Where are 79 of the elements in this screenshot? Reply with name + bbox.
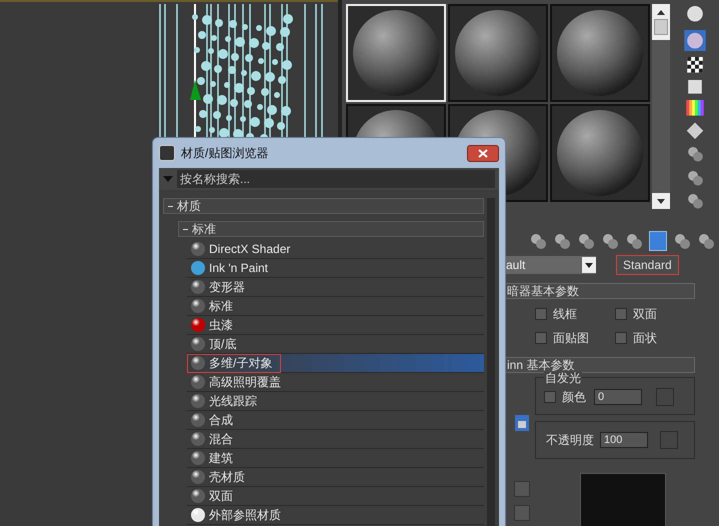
material-name: 虫漆 [209, 318, 233, 332]
group-header[interactable]: 材质 [163, 198, 484, 214]
material-list-item[interactable]: 变形器 [187, 278, 484, 297]
material-list-item[interactable]: 顶/底 [187, 335, 484, 354]
sample-slot[interactable] [550, 104, 650, 202]
window-title: 材质/贴图浏览器 [181, 145, 268, 162]
search-field[interactable]: 按名称搜索... [177, 170, 495, 188]
checker-icon[interactable] [686, 56, 702, 73]
scrollbar[interactable] [652, 4, 670, 209]
rollout-title[interactable]: 暗器基本参数 [504, 283, 695, 299]
material-name: 变形器 [209, 280, 245, 294]
material-name: 标准 [209, 299, 233, 313]
toolbar-icon[interactable] [601, 232, 619, 250]
spheres-icon[interactable] [686, 145, 704, 163]
checkbox-label: 面状 [633, 330, 657, 347]
material-name: 壳材质 [209, 470, 245, 484]
name-dropdown[interactable]: ault [504, 256, 596, 274]
sphere-icon[interactable] [684, 4, 704, 24]
material-list-item[interactable]: 标准 [187, 297, 484, 316]
sample-slot[interactable] [550, 4, 650, 102]
material-list-item[interactable]: 合成 [187, 411, 484, 430]
toolbar-icon[interactable] [697, 232, 715, 250]
spinner-field[interactable]: 0 [594, 389, 642, 405]
material-name: 混合 [209, 432, 233, 446]
material-list-item[interactable]: 建筑 [187, 449, 484, 468]
material-name: 外部参照材质 [209, 508, 281, 522]
material-list-item[interactable]: 外部参照材质 [187, 506, 484, 525]
material-name: Ink 'n Paint [209, 261, 268, 275]
toolbar-icon[interactable] [553, 232, 571, 250]
checkbox-label: 双面 [633, 306, 657, 323]
material-name: 高级照明覆盖 [209, 375, 281, 389]
group-title: 自发光 [544, 372, 582, 384]
material-list-item[interactable]: 高级照明覆盖 [187, 373, 484, 392]
toolbar-icon[interactable] [673, 232, 691, 250]
checkbox[interactable] [535, 332, 547, 344]
material-list-item[interactable]: 壳材质 [187, 468, 484, 487]
material-name: 双面 [209, 489, 233, 503]
checkbox[interactable] [535, 308, 547, 320]
checkbox-label: 颜色 [562, 389, 586, 406]
sample-slot[interactable] [448, 4, 548, 102]
box-icon[interactable] [686, 78, 702, 94]
material-name: DirectX Shader [209, 242, 290, 256]
material-name: 顶/底 [209, 337, 236, 351]
material-list-item[interactable]: 双面 [187, 487, 484, 506]
material-name: 建筑 [209, 451, 233, 465]
toolbar-icon[interactable] [577, 232, 595, 250]
color-swatch[interactable] [656, 388, 674, 406]
toolbar-icon[interactable] [625, 232, 643, 250]
material-name: 光线跟踪 [209, 394, 257, 408]
checkbox[interactable] [615, 332, 627, 344]
field-label: 不透明度 [546, 432, 594, 449]
material-list-item[interactable]: 混合 [187, 430, 484, 449]
scroll-down-icon[interactable] [657, 198, 665, 204]
spheres-icon[interactable] [686, 192, 704, 210]
color-bars-icon[interactable] [686, 100, 704, 116]
toolbar-icon[interactable] [529, 232, 547, 250]
checkbox[interactable] [544, 391, 556, 403]
material-list-item[interactable]: 虫漆 [187, 316, 484, 335]
lock-icon[interactable] [515, 415, 529, 431]
group-header[interactable]: 标准 [178, 221, 484, 237]
checkbox[interactable] [615, 308, 627, 320]
spinner-field[interactable]: 100 [600, 432, 648, 448]
material-list-item[interactable]: DirectX Shader [187, 240, 484, 259]
app-icon [159, 145, 175, 161]
material-type-button[interactable]: Standard [616, 255, 679, 275]
material-list-item[interactable]: Ink 'n Paint [187, 259, 484, 278]
spheres-icon[interactable] [686, 168, 704, 186]
material-name: 合成 [209, 413, 233, 427]
checkbox-label: 线框 [553, 306, 577, 323]
color-swatch[interactable] [660, 431, 678, 449]
dropdown-icon [585, 262, 593, 268]
material-list-item[interactable]: 多维/子对象 [187, 354, 484, 373]
material-list-item[interactable]: 光线跟踪 [187, 392, 484, 411]
checkbox-label: 面贴图 [553, 330, 589, 347]
close-button[interactable] [467, 144, 499, 162]
close-icon [478, 148, 488, 158]
material-name: 多维/子对象 [209, 356, 272, 370]
rollout-title[interactable]: inn 基本参数 [504, 357, 695, 373]
scroll-thumb[interactable] [654, 19, 668, 35]
